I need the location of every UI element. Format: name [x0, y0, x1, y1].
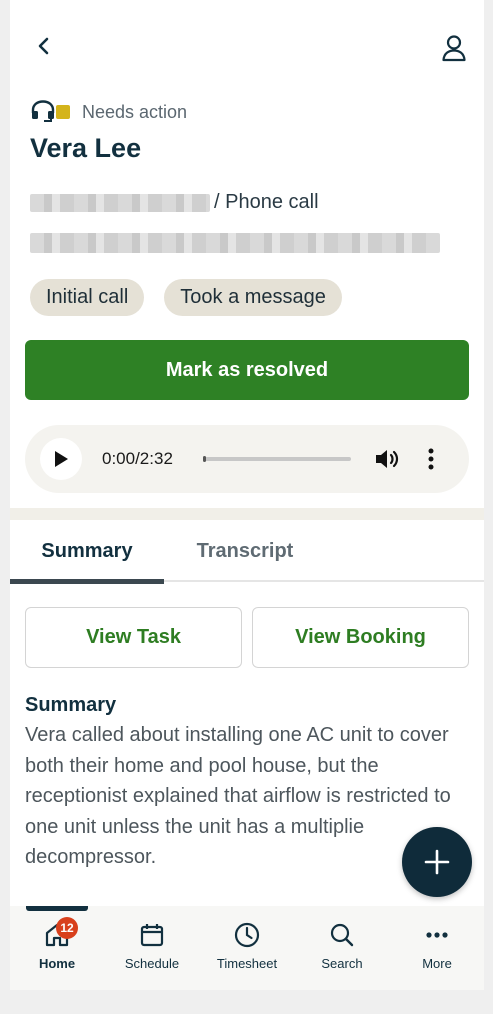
play-button[interactable]	[40, 438, 82, 480]
profile-button[interactable]	[436, 30, 472, 66]
volume-button[interactable]	[373, 445, 401, 473]
active-nav-indicator	[26, 906, 88, 911]
person-icon	[442, 35, 466, 62]
tag-chips: Initial call Took a message	[30, 279, 342, 316]
tab-bar: Summary Transcript	[10, 520, 484, 584]
nav-label-more: More	[422, 956, 452, 971]
more-icon	[422, 920, 452, 950]
nav-more[interactable]: More	[392, 920, 482, 971]
playback-time: 0:00/2:32	[102, 449, 173, 468]
calendar-icon	[137, 920, 167, 950]
section-divider	[10, 508, 484, 520]
nav-schedule[interactable]: Schedule	[107, 920, 197, 971]
search-icon	[327, 920, 357, 950]
call-meta-line: / Phone call	[30, 191, 319, 214]
audio-player: 0:00/2:32	[25, 425, 469, 493]
nav-label-search: Search	[321, 956, 363, 971]
progress-thumb[interactable]	[203, 456, 206, 462]
add-button[interactable]	[402, 827, 472, 897]
redacted-phone	[30, 193, 210, 212]
headset-icon	[31, 100, 55, 122]
progress-track[interactable]	[203, 456, 351, 462]
player-menu-button[interactable]	[421, 445, 441, 473]
call-type: / Phone call	[214, 191, 319, 213]
nav-timesheet[interactable]: Timesheet	[202, 920, 292, 971]
tab-transcript[interactable]: Transcript	[175, 520, 315, 582]
clock-icon	[232, 920, 262, 950]
chip-took-message[interactable]: Took a message	[164, 279, 342, 316]
nav-search[interactable]: Search	[297, 920, 387, 971]
summary-heading: Summary	[25, 694, 117, 716]
chevron-left-icon	[38, 37, 49, 55]
mark-resolved-button[interactable]: Mark as resolved	[25, 340, 469, 400]
nav-home[interactable]: 12 Home	[12, 917, 102, 971]
status-text: Needs action	[82, 101, 188, 122]
top-bar	[10, 0, 484, 90]
bottom-nav: 12 Home Schedule Timesheet Search More	[10, 906, 484, 990]
chip-initial-call[interactable]: Initial call	[30, 279, 145, 316]
status-row: Needs action	[30, 100, 187, 124]
back-button[interactable]	[28, 30, 60, 62]
notification-badge: 12	[56, 917, 78, 939]
call-detail-screen: Needs action Vera Lee / Phone call Initi…	[10, 0, 484, 990]
plus-icon	[424, 849, 450, 875]
home-icon: 12	[42, 917, 78, 950]
play-icon	[55, 451, 68, 467]
view-task-button[interactable]: View Task	[25, 607, 242, 668]
redacted-details	[30, 233, 440, 253]
volume-icon	[376, 450, 399, 468]
status-indicator	[56, 105, 70, 119]
more-vertical-icon	[428, 448, 434, 470]
view-booking-button[interactable]: View Booking	[252, 607, 469, 668]
tab-summary[interactable]: Summary	[10, 520, 164, 584]
nav-label-home: Home	[38, 956, 76, 971]
caller-name: Vera Lee	[30, 133, 142, 163]
nav-label-schedule: Schedule	[124, 956, 180, 971]
nav-label-timesheet: Timesheet	[216, 956, 278, 971]
